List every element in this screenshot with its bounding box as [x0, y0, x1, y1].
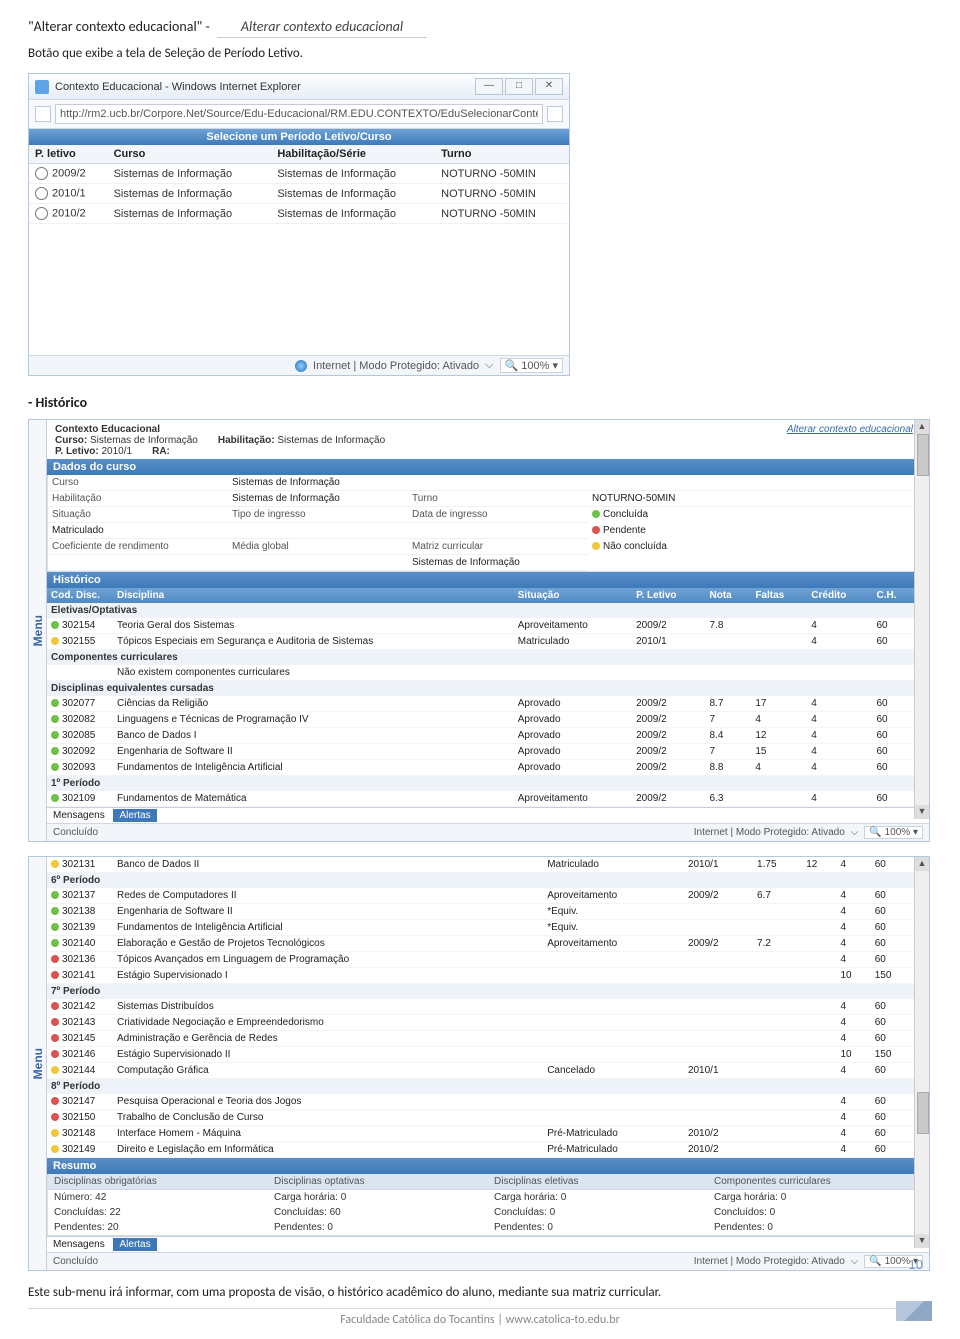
cube-icon [896, 1301, 932, 1321]
ie-statusbar: Internet | Modo Protegido: Ativado ⌵ 🔍 1… [29, 355, 569, 375]
table-row: 302147Pesquisa Operacional e Teoria dos … [47, 1094, 915, 1110]
table-row[interactable]: 2010/1Sistemas de InformaçãoSistemas de … [29, 184, 569, 204]
menu-tab[interactable]: Menu [29, 420, 47, 841]
footer-description: Este sub-menu irá informar, com uma prop… [28, 1285, 932, 1300]
security-picker[interactable]: ⌵ [851, 1256, 859, 1267]
table-row: 302139Fundamentos de Inteligência Artifi… [47, 920, 915, 936]
band-resumo: Resumo [47, 1158, 929, 1174]
selection-bar: Selecione um Período Letivo/Curso [29, 129, 569, 145]
scrollbar[interactable]: ▲▼ [914, 857, 929, 1248]
page-footer: Faculdade Católica do Tocantins | www.ca… [28, 1308, 932, 1327]
section-historico: - Histórico [28, 394, 932, 411]
table-row: 302144Computação GráficaCancelado2010/14… [47, 1063, 915, 1079]
table-row: 302149Direito e Legislação em Informátic… [47, 1142, 915, 1158]
table-row: 302154Teoria Geral dos SistemasAproveita… [47, 618, 915, 634]
band-dados-curso: Dados do curso [47, 459, 929, 475]
net-status: Internet | Modo Protegido: Ativado [694, 827, 845, 838]
security-picker[interactable]: ⌵ [851, 827, 859, 838]
caption-selecao: Botão que exibe a tela de Seleção de Per… [28, 46, 932, 61]
hist-table-2: 302131Banco de Dados IIMatriculado2010/1… [47, 857, 915, 1158]
compat-icon[interactable] [547, 106, 563, 122]
table-row: 302141Estágio Supervisionado I10150 [47, 968, 915, 984]
period-radio[interactable] [35, 187, 48, 200]
alterar-contexto-link[interactable]: Alterar contexto educacional [787, 424, 913, 435]
col-habilitacao: Habilitação/Série [271, 145, 435, 164]
historico-panel-2: Menu ▲▼ 302131Banco de Dados IIMatricula… [28, 856, 930, 1271]
col-curso: Curso [108, 145, 272, 164]
period-radio[interactable] [35, 167, 48, 180]
table-row: 302148Interface Homem - MáquinaPré-Matri… [47, 1126, 915, 1142]
hist-table-1: Cod. Disc.DisciplinaSituaçãoP. LetivoNot… [47, 588, 915, 807]
scrollbar[interactable]: ▲▼ [914, 420, 929, 819]
period-radio[interactable] [35, 207, 48, 220]
close-button[interactable]: ✕ [535, 78, 563, 95]
ie-title-text: Contexto Educacional - Windows Internet … [55, 81, 301, 93]
alertas-link[interactable]: Alertas [113, 1238, 156, 1251]
messages-row: Mensagens Alertas [47, 1236, 929, 1252]
table-row: 302140Elaboração e Gestão de Projetos Te… [47, 936, 915, 952]
zoom-control[interactable]: 🔍 100% ▾ [500, 358, 563, 373]
page-number: 10 [909, 1257, 923, 1272]
table-row: 302145Administração e Gerência de Redes4… [47, 1031, 915, 1047]
concluido-label: Concluído [53, 1256, 98, 1267]
table-row: 302143Criatividade Negociação e Empreend… [47, 1015, 915, 1031]
historico-panel-1: Menu ▲▼ Contexto Educacional Alterar con… [28, 419, 930, 842]
ie-address-bar [29, 100, 569, 129]
ie-titlebar: Contexto Educacional - Windows Internet … [29, 74, 569, 100]
col-turno: Turno [435, 145, 569, 164]
menu-tab[interactable]: Menu [29, 857, 47, 1270]
table-row[interactable]: 2010/2Sistemas de InformaçãoSistemas de … [29, 204, 569, 224]
table-row: 302136Tópicos Avançados em Linguagem de … [47, 952, 915, 968]
table-row: 302131Banco de Dados IIMatriculado2010/1… [47, 857, 915, 873]
table-row: 302082Linguagens e Técnicas de Programaç… [47, 712, 915, 728]
table-row: 302077Ciências da ReligiãoAprovado2009/2… [47, 696, 915, 712]
ie-window-contexto: Contexto Educacional - Windows Internet … [28, 73, 570, 376]
period-table: P. letivo Curso Habilitação/Série Turno … [29, 145, 569, 224]
messages-row: Mensagens Alertas [47, 807, 929, 823]
minimize-button[interactable]: — [475, 78, 503, 95]
alertas-link[interactable]: Alertas [113, 809, 156, 822]
alterar-contexto-link[interactable]: Alterar contexto educacional [217, 18, 427, 38]
ie-favicon-icon [35, 80, 49, 94]
table-row: 302093Fundamentos de Inteligência Artifi… [47, 760, 915, 776]
mensagens-label: Mensagens [53, 1239, 105, 1250]
concluido-label: Concluído [53, 827, 98, 838]
dados-grid: CursoSistemas de Informação HabilitaçãoS… [47, 475, 929, 572]
globe-icon [295, 360, 307, 372]
col-pletivo: P. letivo [29, 145, 108, 164]
url-input[interactable] [55, 104, 543, 124]
heading-text: "Alterar contexto educacional" - [28, 18, 213, 35]
table-row: 302137Redes de Computadores IIAproveitam… [47, 888, 915, 904]
heading-alterar: "Alterar contexto educacional" - Alterar… [28, 18, 932, 38]
band-historico: Histórico [47, 572, 929, 588]
table-row: 302109Fundamentos de MatemáticaAproveita… [47, 791, 915, 807]
table-row[interactable]: 2009/2Sistemas de InformaçãoSistemas de … [29, 164, 569, 184]
table-row: 302146Estágio Supervisionado II10150 [47, 1047, 915, 1063]
resumo-grid: Disciplinas obrigatóriasDisciplinas opta… [47, 1174, 929, 1236]
table-row: 302138Engenharia de Software II*Equiv.46… [47, 904, 915, 920]
table-row: 302142Sistemas Distribuídos460 [47, 999, 915, 1015]
net-status: Internet | Modo Protegido: Ativado [694, 1256, 845, 1267]
maximize-button[interactable]: □ [505, 78, 533, 95]
security-picker[interactable]: ⌵ [485, 359, 493, 372]
table-row: 302085Banco de Dados IAprovado2009/28.41… [47, 728, 915, 744]
zoom-control[interactable]: 🔍 100% ▾ [864, 826, 923, 839]
status-text: Internet | Modo Protegido: Ativado [313, 360, 479, 372]
page-icon [35, 106, 51, 122]
table-row: 302150Trabalho de Conclusão de Curso460 [47, 1110, 915, 1126]
mensagens-label: Mensagens [53, 810, 105, 821]
table-row: 302092Engenharia de Software IIAprovado2… [47, 744, 915, 760]
table-row: 302155Tópicos Especiais em Segurança e A… [47, 634, 915, 650]
contexto-block: Contexto Educacional Alterar contexto ed… [47, 420, 929, 459]
